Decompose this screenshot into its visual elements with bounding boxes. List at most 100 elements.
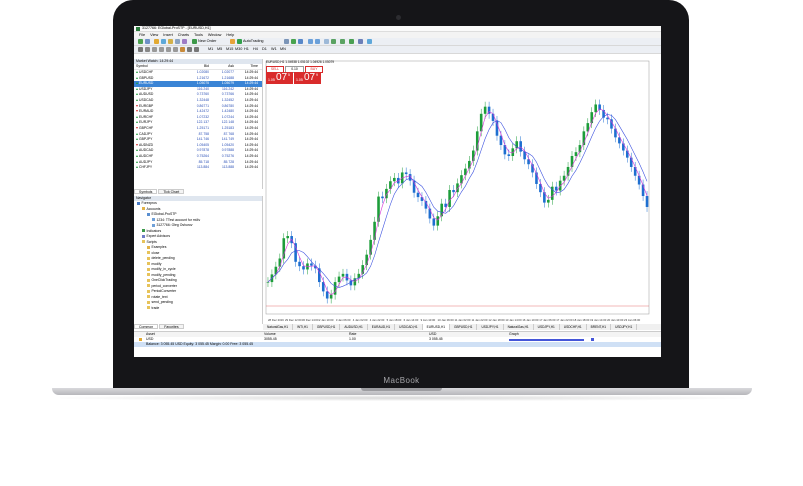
tester-icon[interactable] (182, 39, 187, 44)
script-icon (147, 295, 150, 299)
chart-tab[interactable]: EURUSD,H1 (422, 324, 451, 330)
chart-window[interactable]: 28 Dec 2016 29 Dec 12:00 30 Dec 14:00 2 Jan… (263, 59, 653, 324)
x-axis-label: 17 Jan 22:00 (556, 318, 573, 322)
column-symbol[interactable]: Symbol (134, 64, 184, 69)
chart-tab[interactable]: NaturalGas,H1 (263, 324, 294, 330)
autotrading-icon[interactable] (237, 39, 242, 44)
channel-icon[interactable] (173, 47, 178, 52)
script-icon (147, 267, 150, 271)
chart-info-label: EURUSD,H1 1.04938 1.05102 1.04926 1.0507… (266, 60, 335, 64)
metaeditor-icon[interactable] (230, 39, 235, 44)
chart-tab[interactable]: USDJPY,H1 (477, 324, 504, 330)
candle-chart-icon[interactable] (291, 39, 296, 44)
new-order-button[interactable]: New Order (198, 39, 216, 44)
candle-body (436, 216, 440, 226)
chart-tab[interactable]: EURAUD,H1 (368, 324, 396, 330)
terminal-icon[interactable] (175, 39, 180, 44)
chart-tab[interactable]: BRENT,H1 (587, 324, 612, 330)
symbol-cell: CHFJPY (134, 165, 184, 171)
chart-tab[interactable]: NaturalGas,H1 (504, 324, 534, 330)
data-window-icon[interactable] (161, 39, 166, 44)
candle-body (574, 152, 578, 157)
timeframe-m1[interactable]: M1 (208, 47, 213, 52)
timeframe-m5[interactable]: M5 (217, 47, 222, 52)
periods-icon[interactable] (358, 39, 363, 44)
column-bid[interactable]: Bid (184, 64, 209, 69)
market-watch-panel: Market Watch: 14:29:44 Symbol Bid Ask Ti… (134, 59, 263, 189)
indicators-icon[interactable] (349, 39, 354, 44)
symbol-label: AUDCAD (139, 148, 154, 153)
tab-common[interactable]: Common (134, 324, 159, 329)
chart-tab[interactable]: USDJPY,H1 (611, 324, 638, 330)
chart-tab[interactable]: GBPUSD,H1 (313, 324, 341, 330)
candle-body (298, 261, 301, 267)
chart-tab[interactable]: WTI,H1 (293, 324, 313, 330)
symbol-label: EURJPY (139, 120, 153, 125)
timeframe-m15[interactable]: M15 (226, 47, 233, 52)
timeframe-h1[interactable]: H1 (244, 47, 249, 52)
market-watch-icon[interactable] (154, 39, 159, 44)
column-ask[interactable]: Ask (209, 64, 234, 69)
buy-price-box[interactable]: 1.05 07 9 (294, 72, 321, 84)
chart-shift-icon[interactable] (340, 39, 345, 44)
line-chart-icon[interactable] (298, 39, 303, 44)
chart-tab[interactable]: USDCHF,H1 (560, 324, 587, 330)
screen: 3127766: EGlobal-ProSTP - [EURUSD,H1] Fi… (134, 26, 661, 357)
chart-tab[interactable]: GBPUSD,H1 (450, 324, 478, 330)
crosshair-icon[interactable] (145, 47, 150, 52)
new-order-icon[interactable] (192, 39, 197, 44)
timeframe-h4[interactable]: H4 (253, 47, 258, 52)
user-icon (152, 218, 155, 222)
trendline-icon[interactable] (166, 47, 171, 52)
label-icon[interactable] (194, 47, 199, 52)
navigator-item-label: close (151, 250, 160, 255)
fibonacci-icon[interactable] (180, 47, 185, 52)
chart-tab[interactable]: USDCAD,H1 (395, 324, 423, 330)
cursor-icon[interactable] (138, 47, 143, 52)
navigator-item-label: OneClickTrading (151, 278, 177, 282)
sell-price-box[interactable]: 1.05 07 5 (266, 72, 293, 84)
buy-price-sup: 9 (316, 73, 318, 77)
text-icon[interactable] (187, 47, 192, 52)
chart-tab[interactable]: AUDUSD,H1 (340, 324, 368, 330)
timeframe-m30[interactable]: M30 (235, 47, 242, 52)
script-icon (147, 273, 150, 277)
navigator-item[interactable]: trade (134, 306, 262, 312)
candle-body (294, 243, 297, 262)
candle-body (310, 263, 313, 266)
autotrading-button[interactable]: AutoTrading (243, 39, 264, 44)
zoom-in-icon[interactable] (308, 39, 313, 44)
sell-label: SELL (270, 67, 280, 71)
bar-chart-icon[interactable] (284, 39, 289, 44)
profiles-icon[interactable] (145, 39, 150, 44)
timeframe-mn[interactable]: MN (280, 47, 286, 52)
indicator-icon (142, 229, 145, 233)
tile-windows-icon[interactable] (324, 39, 329, 44)
x-axis-label: 6 Jan 14:00 (404, 318, 419, 322)
timeframe-w1[interactable]: W1 (271, 47, 277, 52)
tab-symbols[interactable]: Symbols (134, 189, 158, 194)
candle-body (377, 196, 380, 222)
arrow-up-icon (136, 121, 138, 124)
column-time[interactable]: Time (234, 64, 258, 69)
laptop-shadow (60, 395, 744, 401)
timeframe-d1[interactable]: D1 (262, 47, 267, 52)
chart-tab[interactable]: USDJPY,H1 (534, 324, 560, 330)
x-axis-label: 4 Jan 02:00 (353, 318, 368, 322)
navigator-icon[interactable] (168, 39, 173, 44)
vertical-line-icon[interactable] (152, 47, 157, 52)
horizontal-line-icon[interactable] (159, 47, 164, 52)
symbol-label: GBPCHF (139, 125, 154, 130)
zoom-out-icon[interactable] (315, 39, 320, 44)
chart-tabs: NaturalGas,H1 WTI,H1 GBPUSD,H1 AUDUSD,H1 EUR… (263, 324, 661, 330)
price-chart[interactable]: 28 Dec 2016 29 Dec 12:00 30 Dec 14:00 2 Jan… (263, 59, 653, 324)
navigator-item-label: Scripts (146, 239, 157, 244)
templates-icon[interactable] (367, 39, 372, 44)
tab-tick-chart[interactable]: Tick Chart (158, 189, 185, 194)
market-watch-row[interactable]: CHFJPY 113.884 113.888 14:29:44 (134, 165, 262, 171)
candle-body (507, 154, 511, 157)
scroll-chart-icon[interactable] (331, 39, 336, 44)
tab-favorites[interactable]: Favorites (159, 324, 184, 329)
new-chart-icon[interactable] (138, 39, 143, 44)
symbol-label: EURAUD (139, 109, 154, 114)
